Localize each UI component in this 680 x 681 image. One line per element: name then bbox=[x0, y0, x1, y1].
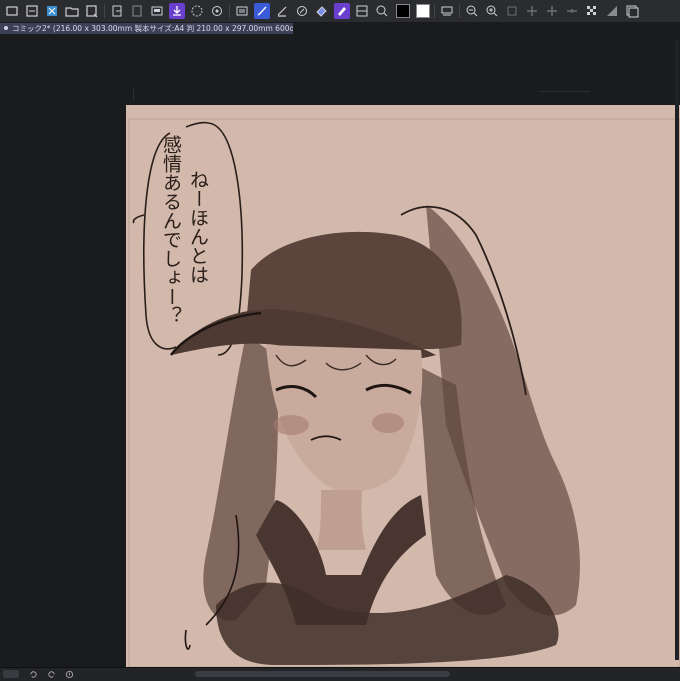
canvas-tab-title: コミック2* (216.00 x 303.00mm 製本サイズ:A4 判 210… bbox=[12, 24, 293, 33]
save-icon[interactable] bbox=[84, 3, 100, 19]
window-icon[interactable] bbox=[624, 3, 640, 19]
sub-color-swatch[interactable] bbox=[416, 4, 430, 18]
tab-modified-dot bbox=[4, 26, 8, 30]
toolbar-separator bbox=[434, 4, 435, 18]
rotate-left-icon[interactable] bbox=[524, 3, 540, 19]
transparency-grid-icon[interactable] bbox=[584, 3, 600, 19]
guide-mark bbox=[540, 91, 590, 92]
rotate-left-icon[interactable] bbox=[29, 670, 38, 679]
toolbar-separator bbox=[229, 4, 230, 18]
open-recent-icon[interactable] bbox=[24, 3, 40, 19]
drawing-canvas[interactable]: ねーほんとは 感情あるんでしょー？ bbox=[126, 105, 680, 667]
speech-line-1: ねーほんとは bbox=[187, 170, 209, 284]
brush-icon[interactable] bbox=[254, 3, 270, 19]
eraser-icon[interactable] bbox=[314, 3, 330, 19]
reset-rotation-icon[interactable] bbox=[65, 670, 74, 679]
undo-history-icon[interactable] bbox=[189, 3, 205, 19]
rotate-right-icon[interactable] bbox=[47, 670, 56, 679]
top-toolbar bbox=[0, 0, 680, 23]
main-color-swatch[interactable] bbox=[396, 4, 410, 18]
vertical-scrollbar[interactable] bbox=[675, 40, 679, 660]
new-canvas-icon[interactable] bbox=[4, 3, 20, 19]
fit-icon[interactable] bbox=[504, 3, 520, 19]
layers-icon[interactable] bbox=[439, 3, 455, 19]
layer-property-icon[interactable] bbox=[234, 3, 250, 19]
pen-icon[interactable] bbox=[274, 3, 290, 19]
export-icon[interactable] bbox=[109, 3, 125, 19]
folder-icon[interactable] bbox=[64, 3, 80, 19]
download-icon[interactable] bbox=[169, 3, 185, 19]
import-icon[interactable] bbox=[129, 3, 145, 19]
material-icon[interactable] bbox=[44, 3, 60, 19]
zoom-in-icon[interactable] bbox=[484, 3, 500, 19]
horizontal-scrollbar[interactable] bbox=[195, 671, 450, 677]
toolbar-separator bbox=[104, 4, 105, 18]
status-bar bbox=[0, 667, 680, 681]
canvas-tab[interactable]: コミック2* (216.00 x 303.00mm 製本サイズ:A4 判 210… bbox=[0, 23, 293, 34]
transform-icon[interactable] bbox=[374, 3, 390, 19]
toolbar-separator bbox=[459, 4, 460, 18]
view-icon[interactable] bbox=[354, 3, 370, 19]
print-icon[interactable] bbox=[149, 3, 165, 19]
flip-icon[interactable] bbox=[604, 3, 620, 19]
speech-line-2: 感情あるんでしょー？ bbox=[160, 135, 182, 325]
rotate-right-icon[interactable] bbox=[544, 3, 560, 19]
fill-icon[interactable] bbox=[334, 3, 350, 19]
hand-icon[interactable] bbox=[209, 3, 225, 19]
eyedropper-icon[interactable] bbox=[294, 3, 310, 19]
zoom-out-icon[interactable] bbox=[464, 3, 480, 19]
guide-mark bbox=[133, 87, 134, 101]
rotate-reset-icon[interactable] bbox=[564, 3, 580, 19]
zoom-field[interactable] bbox=[3, 670, 19, 678]
illustration: ねーほんとは 感情あるんでしょー？ bbox=[126, 105, 680, 667]
